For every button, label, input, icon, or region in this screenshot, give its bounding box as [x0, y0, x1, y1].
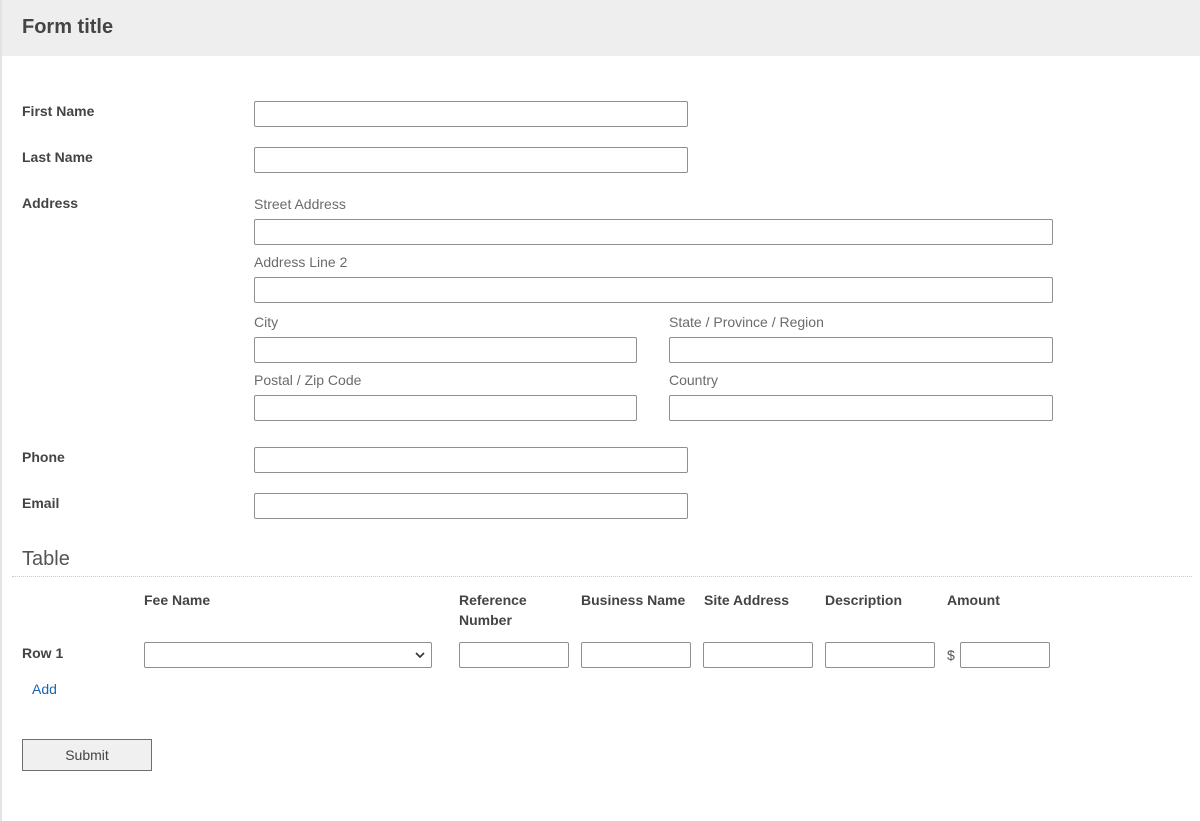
street-address-input[interactable] [254, 219, 1053, 245]
section-divider [12, 576, 1192, 577]
first-name-label: First Name [22, 103, 95, 119]
address-line2-label: Address Line 2 [254, 254, 348, 270]
site-address-input[interactable] [703, 642, 813, 668]
street-address-label: Street Address [254, 196, 346, 212]
postal-code-label: Postal / Zip Code [254, 372, 362, 388]
country-label: Country [669, 372, 719, 388]
column-header-amount: Amount [947, 592, 1000, 608]
address-line2-input[interactable] [254, 277, 1053, 303]
state-input[interactable] [669, 337, 1053, 363]
form-title: Form title [22, 16, 114, 38]
state-label: State / Province / Region [669, 314, 824, 330]
add-row-link[interactable]: Add [32, 681, 57, 697]
table-section-title: Table [22, 548, 70, 570]
currency-symbol: $ [947, 647, 955, 663]
column-header-description: Description [825, 592, 903, 608]
column-header-business-name: Business Name [581, 592, 686, 608]
form-page: Form title First Name Last Name Address … [0, 0, 1200, 821]
amount-input[interactable] [960, 642, 1050, 668]
chevron-down-icon [415, 652, 425, 659]
row-label: Row 1 [22, 645, 64, 661]
column-header-fee-name: Fee Name [144, 592, 211, 608]
email-input[interactable] [254, 493, 688, 519]
phone-label: Phone [22, 449, 65, 465]
column-header-site-address: Site Address [704, 592, 790, 608]
address-label: Address [22, 195, 79, 211]
city-label: City [254, 314, 279, 330]
reference-number-input[interactable] [459, 642, 569, 668]
email-label: Email [22, 495, 60, 511]
column-header-reference-line2: Number [459, 612, 512, 628]
business-name-input[interactable] [581, 642, 691, 668]
last-name-label: Last Name [22, 149, 93, 165]
city-input[interactable] [254, 337, 637, 363]
column-header-reference-line1: Reference [459, 592, 527, 608]
first-name-input[interactable] [254, 101, 688, 127]
fee-name-select[interactable] [144, 642, 432, 668]
last-name-input[interactable] [254, 147, 688, 173]
form-header: Form title [2, 0, 1200, 56]
country-input[interactable] [669, 395, 1053, 421]
column-header-reference-number: Reference Number [459, 590, 527, 630]
description-input[interactable] [825, 642, 935, 668]
submit-button[interactable]: Submit [22, 739, 152, 771]
postal-code-input[interactable] [254, 395, 637, 421]
phone-input[interactable] [254, 447, 688, 473]
